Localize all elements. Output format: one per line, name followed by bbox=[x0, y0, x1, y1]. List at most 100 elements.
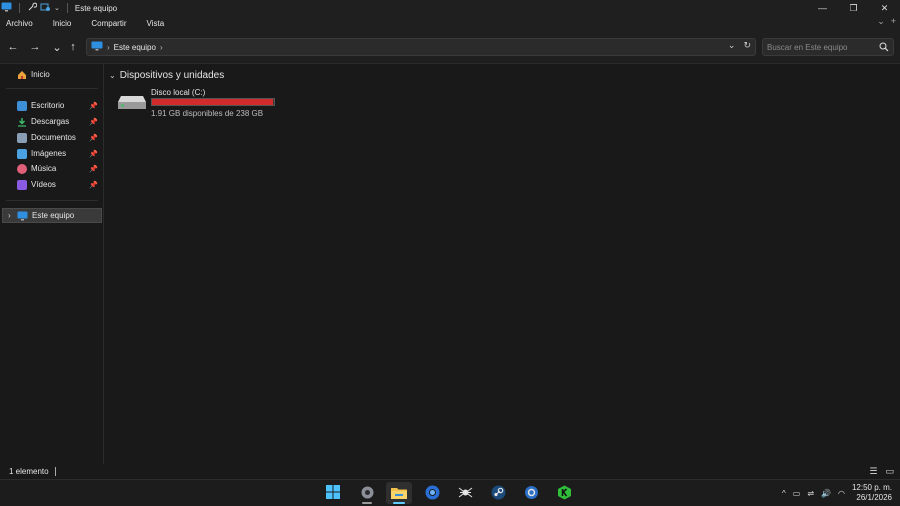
home-icon bbox=[17, 70, 27, 80]
pin-icon[interactable]: 📌 bbox=[89, 165, 98, 173]
search-icon[interactable] bbox=[879, 42, 889, 54]
drive-usage-bar bbox=[151, 98, 275, 106]
search-box[interactable]: Buscar en Este equipo bbox=[762, 38, 894, 56]
desktop-folder-icon bbox=[17, 100, 27, 111]
taskbar-app-spider[interactable] bbox=[452, 482, 478, 504]
address-bar[interactable]: › Este equipo › ⌄ ↻ bbox=[86, 38, 756, 56]
computer-icon bbox=[17, 211, 28, 221]
music-icon bbox=[17, 163, 27, 174]
computer-icon bbox=[91, 41, 103, 53]
drive-item-c[interactable]: Disco local (C:) 1.91 GB disponibles de … bbox=[117, 86, 287, 120]
navigation-pane: Inicio Escritorio 📌 Descargas 📌 Document… bbox=[0, 64, 104, 464]
drive-usage-fill bbox=[152, 99, 274, 105]
expand-chevron-icon[interactable]: › bbox=[8, 211, 11, 220]
documents-icon bbox=[17, 132, 27, 143]
sidebar-item-documentos[interactable]: Documentos 📌 bbox=[0, 130, 103, 145]
pin-icon[interactable]: 📌 bbox=[89, 102, 98, 110]
customize-toolbar-chevron-icon[interactable]: ⌄ bbox=[54, 4, 60, 12]
steam-icon bbox=[491, 485, 506, 502]
menu-inicio[interactable]: Inicio bbox=[53, 19, 72, 28]
system-tray: ^ ▭ ⇌ 🔊 ◠ 12:50 p. m. 26/1/2026 bbox=[782, 483, 892, 503]
breadcrumb-este-equipo[interactable]: Este equipo bbox=[114, 43, 156, 52]
taskbar-app-steam[interactable] bbox=[485, 482, 511, 504]
pin-icon[interactable]: 📌 bbox=[89, 181, 98, 189]
start-button[interactable] bbox=[320, 482, 346, 504]
pin-icon[interactable]: 📌 bbox=[89, 134, 98, 142]
menu-compartir[interactable]: Compartir bbox=[91, 19, 126, 28]
menu-vista[interactable]: Vista bbox=[147, 19, 165, 28]
toolbar-separator bbox=[19, 3, 20, 13]
clock-time: 12:50 p. m. bbox=[851, 483, 892, 492]
content-pane: ⌄ Dispositivos y unidades Disco local (C… bbox=[105, 64, 900, 464]
sidebar-divider bbox=[6, 88, 98, 89]
status-separator bbox=[54, 467, 56, 476]
pictures-icon bbox=[17, 148, 27, 159]
taskbar: ^ ▭ ⇌ 🔊 ◠ 12:50 p. m. 26/1/2026 bbox=[0, 479, 900, 506]
notifications-bell-icon[interactable]: ◠ bbox=[838, 489, 845, 498]
pin-icon[interactable]: 📌 bbox=[89, 118, 98, 126]
battery-icon[interactable]: ▭ bbox=[793, 489, 801, 498]
taskbar-app-k[interactable] bbox=[551, 482, 577, 504]
hard-drive-icon bbox=[117, 94, 147, 112]
active-indicator bbox=[393, 502, 405, 504]
settings-gear-icon bbox=[360, 485, 375, 502]
sidebar-item-este-equipo[interactable]: › Este equipo bbox=[2, 208, 102, 223]
taskbar-app-gear[interactable] bbox=[518, 482, 544, 504]
drive-free-space: 1.91 GB disponibles de 238 GB bbox=[151, 109, 264, 118]
expand-ribbon-chevron-icon[interactable]: ⌄ bbox=[877, 16, 885, 27]
cog-icon bbox=[524, 485, 539, 502]
breadcrumb-chevron-icon[interactable]: › bbox=[160, 43, 163, 52]
properties-icon[interactable] bbox=[27, 2, 38, 14]
quick-access-toolbar: ⌄ Este equipo bbox=[0, 2, 117, 14]
new-folder-icon[interactable] bbox=[40, 2, 51, 14]
recent-locations-chevron-icon[interactable]: ⌄ bbox=[50, 40, 64, 54]
download-icon bbox=[17, 117, 27, 127]
window-title: Este equipo bbox=[74, 3, 118, 13]
menu-archivo[interactable]: Archivo bbox=[6, 19, 33, 28]
taskbar-app-file-explorer[interactable] bbox=[386, 482, 412, 504]
volume-icon[interactable]: 🔊 bbox=[821, 489, 831, 498]
sidebar-item-descargas[interactable]: Descargas 📌 bbox=[0, 114, 103, 129]
network-icon[interactable]: ⇌ bbox=[807, 489, 814, 498]
show-hidden-icons-chevron-icon[interactable]: ^ bbox=[782, 489, 786, 498]
menu-bar: Archivo Inicio Compartir Vista ⌄ + bbox=[0, 16, 900, 30]
up-arrow-icon[interactable]: ↑ bbox=[66, 40, 80, 54]
pin-icon[interactable]: 📌 bbox=[89, 150, 98, 158]
browser-icon bbox=[425, 485, 440, 502]
sidebar-item-videos[interactable]: Vídeos 📌 bbox=[0, 177, 103, 192]
address-history-chevron-icon[interactable]: ⌄ bbox=[728, 40, 736, 51]
refresh-icon[interactable]: ↻ bbox=[743, 40, 751, 51]
minimize-button[interactable]: — bbox=[807, 0, 838, 16]
taskbar-app-settings[interactable] bbox=[354, 482, 380, 504]
k-hex-icon bbox=[557, 485, 572, 502]
large-icons-view-icon[interactable]: ▭ bbox=[885, 466, 894, 477]
collapse-chevron-icon[interactable]: ⌄ bbox=[109, 71, 116, 80]
status-bar: 1 elemento ☰ ▭ bbox=[0, 464, 900, 479]
spider-icon bbox=[458, 485, 473, 502]
running-indicator bbox=[362, 502, 372, 504]
search-placeholder: Buscar en Este equipo bbox=[767, 42, 848, 52]
details-view-icon[interactable]: ☰ bbox=[869, 466, 877, 477]
help-plus-icon[interactable]: + bbox=[891, 16, 896, 27]
view-toggles: ☰ ▭ bbox=[869, 466, 894, 477]
maximize-button[interactable]: ❐ bbox=[838, 0, 869, 16]
address-tools: ⌄ ↻ bbox=[728, 40, 751, 51]
clock-date: 26/1/2026 bbox=[856, 493, 892, 502]
close-button[interactable]: ✕ bbox=[869, 0, 900, 16]
sidebar-item-inicio[interactable]: Inicio bbox=[0, 67, 103, 82]
group-header-devices[interactable]: ⌄ Dispositivos y unidades bbox=[109, 70, 224, 81]
sidebar-item-musica[interactable]: Música 📌 bbox=[0, 161, 103, 176]
taskbar-app-browser[interactable] bbox=[419, 482, 445, 504]
forward-arrow-icon[interactable]: → bbox=[28, 40, 42, 54]
drive-name: Disco local (C:) bbox=[151, 88, 206, 97]
breadcrumb-chevron-icon[interactable]: › bbox=[107, 43, 110, 52]
windows-start-icon bbox=[326, 485, 340, 501]
back-arrow-icon[interactable]: ← bbox=[6, 40, 20, 54]
sidebar-item-escritorio[interactable]: Escritorio 📌 bbox=[0, 98, 103, 113]
ribbon-controls: ⌄ + bbox=[877, 16, 896, 27]
sidebar-divider bbox=[6, 200, 98, 201]
window-controls: — ❐ ✕ bbox=[807, 0, 900, 16]
clock[interactable]: 12:50 p. m. 26/1/2026 bbox=[852, 483, 892, 503]
toolbar-separator bbox=[66, 3, 68, 13]
sidebar-item-imagenes[interactable]: Imágenes 📌 bbox=[0, 146, 103, 161]
